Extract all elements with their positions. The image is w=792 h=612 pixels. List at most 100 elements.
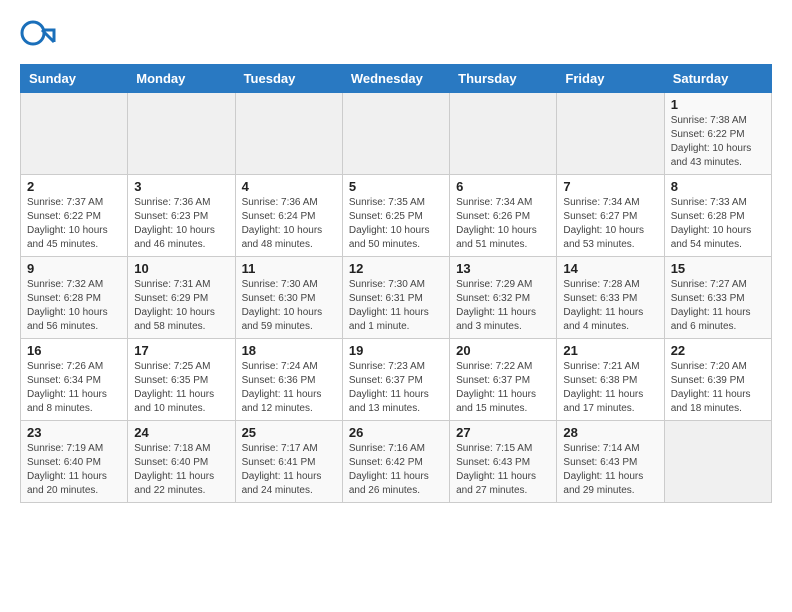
calendar-cell <box>21 93 128 175</box>
calendar-cell <box>664 421 771 503</box>
calendar-cell: 22 Sunrise: 7:20 AM Sunset: 6:39 PM Dayli… <box>664 339 771 421</box>
day-info: Sunrise: 7:35 AM Sunset: 6:25 PM Dayligh… <box>349 196 443 252</box>
day-info: Sunrise: 7:24 AM Sunset: 6:36 PM Dayligh… <box>242 360 336 416</box>
calendar-cell: 9 Sunrise: 7:32 AM Sunset: 6:28 PM Daylig… <box>21 257 128 339</box>
day-number: 21 <box>563 343 657 358</box>
day-number: 5 <box>349 179 443 194</box>
day-number: 26 <box>349 425 443 440</box>
calendar-cell <box>342 93 449 175</box>
calendar-week-4: 16Sunrise: 7:26 AM Sunset: 6:34 PM Dayli… <box>21 339 772 421</box>
day-number: 10 <box>134 261 228 276</box>
calendar-cell: 16Sunrise: 7:26 AM Sunset: 6:34 PM Dayli… <box>21 339 128 421</box>
calendar-cell: 7 Sunrise: 7:34 AM Sunset: 6:27 PM Daylig… <box>557 175 664 257</box>
weekday-header-sunday: Sunday <box>21 65 128 93</box>
day-number: 18 <box>242 343 336 358</box>
day-info: Sunrise: 7:22 AM Sunset: 6:37 PM Dayligh… <box>456 360 550 416</box>
calendar-week-3: 9 Sunrise: 7:32 AM Sunset: 6:28 PM Daylig… <box>21 257 772 339</box>
day-number: 24 <box>134 425 228 440</box>
calendar-cell: 23 Sunrise: 7:19 AM Sunset: 6:40 PM Dayli… <box>21 421 128 503</box>
day-number: 9 <box>27 261 121 276</box>
day-number: 11 <box>242 261 336 276</box>
calendar-cell <box>235 93 342 175</box>
day-info: Sunrise: 7:38 AM Sunset: 6:22 PM Dayligh… <box>671 114 765 170</box>
day-info: Sunrise: 7:15 AM Sunset: 6:43 PM Dayligh… <box>456 442 550 498</box>
day-number: 15 <box>671 261 765 276</box>
calendar-cell: 18 Sunrise: 7:24 AM Sunset: 6:36 PM Dayli… <box>235 339 342 421</box>
day-number: 4 <box>242 179 336 194</box>
calendar-cell: 5 Sunrise: 7:35 AM Sunset: 6:25 PM Daylig… <box>342 175 449 257</box>
day-info: Sunrise: 7:21 AM Sunset: 6:38 PM Dayligh… <box>563 360 657 416</box>
calendar-table: SundayMondayTuesdayWednesdayThursdayFrid… <box>20 64 772 503</box>
day-number: 1 <box>671 97 765 112</box>
calendar-cell: 25 Sunrise: 7:17 AM Sunset: 6:41 PM Dayli… <box>235 421 342 503</box>
calendar-cell: 10 Sunrise: 7:31 AM Sunset: 6:29 PM Dayli… <box>128 257 235 339</box>
logo <box>20 20 58 56</box>
calendar-cell: 8 Sunrise: 7:33 AM Sunset: 6:28 PM Daylig… <box>664 175 771 257</box>
day-info: Sunrise: 7:28 AM Sunset: 6:33 PM Dayligh… <box>563 278 657 334</box>
calendar-cell: 19 Sunrise: 7:23 AM Sunset: 6:37 PM Dayli… <box>342 339 449 421</box>
calendar-cell: 14 Sunrise: 7:28 AM Sunset: 6:33 PM Dayli… <box>557 257 664 339</box>
day-info: Sunrise: 7:36 AM Sunset: 6:23 PM Dayligh… <box>134 196 228 252</box>
calendar-cell <box>557 93 664 175</box>
calendar-cell: 20Sunrise: 7:22 AM Sunset: 6:37 PM Dayli… <box>450 339 557 421</box>
day-number: 6 <box>456 179 550 194</box>
calendar-cell: 27 Sunrise: 7:15 AM Sunset: 6:43 PM Dayli… <box>450 421 557 503</box>
day-info: Sunrise: 7:34 AM Sunset: 6:27 PM Dayligh… <box>563 196 657 252</box>
day-info: Sunrise: 7:31 AM Sunset: 6:29 PM Dayligh… <box>134 278 228 334</box>
day-info: Sunrise: 7:32 AM Sunset: 6:28 PM Dayligh… <box>27 278 121 334</box>
day-number: 27 <box>456 425 550 440</box>
calendar-cell: 2 Sunrise: 7:37 AM Sunset: 6:22 PM Daylig… <box>21 175 128 257</box>
day-number: 7 <box>563 179 657 194</box>
day-info: Sunrise: 7:29 AM Sunset: 6:32 PM Dayligh… <box>456 278 550 334</box>
calendar-cell: 6 Sunrise: 7:34 AM Sunset: 6:26 PM Daylig… <box>450 175 557 257</box>
day-number: 14 <box>563 261 657 276</box>
day-info: Sunrise: 7:34 AM Sunset: 6:26 PM Dayligh… <box>456 196 550 252</box>
calendar-cell <box>128 93 235 175</box>
day-info: Sunrise: 7:23 AM Sunset: 6:37 PM Dayligh… <box>349 360 443 416</box>
day-number: 8 <box>671 179 765 194</box>
weekday-header-friday: Friday <box>557 65 664 93</box>
day-number: 19 <box>349 343 443 358</box>
calendar-cell: 12 Sunrise: 7:30 AM Sunset: 6:31 PM Dayli… <box>342 257 449 339</box>
calendar-header: SundayMondayTuesdayWednesdayThursdayFrid… <box>21 65 772 93</box>
calendar-cell: 11 Sunrise: 7:30 AM Sunset: 6:30 PM Dayli… <box>235 257 342 339</box>
page-header <box>20 20 772 56</box>
calendar-cell: 4 Sunrise: 7:36 AM Sunset: 6:24 PM Daylig… <box>235 175 342 257</box>
day-number: 25 <box>242 425 336 440</box>
calendar-week-5: 23 Sunrise: 7:19 AM Sunset: 6:40 PM Dayli… <box>21 421 772 503</box>
day-info: Sunrise: 7:16 AM Sunset: 6:42 PM Dayligh… <box>349 442 443 498</box>
day-info: Sunrise: 7:14 AM Sunset: 6:43 PM Dayligh… <box>563 442 657 498</box>
weekday-header-tuesday: Tuesday <box>235 65 342 93</box>
calendar-cell: 17 Sunrise: 7:25 AM Sunset: 6:35 PM Dayli… <box>128 339 235 421</box>
calendar-cell: 24 Sunrise: 7:18 AM Sunset: 6:40 PM Dayli… <box>128 421 235 503</box>
day-info: Sunrise: 7:33 AM Sunset: 6:28 PM Dayligh… <box>671 196 765 252</box>
day-number: 3 <box>134 179 228 194</box>
day-number: 13 <box>456 261 550 276</box>
calendar-cell: 26 Sunrise: 7:16 AM Sunset: 6:42 PM Dayli… <box>342 421 449 503</box>
day-number: 12 <box>349 261 443 276</box>
day-info: Sunrise: 7:20 AM Sunset: 6:39 PM Dayligh… <box>671 360 765 416</box>
day-number: 23 <box>27 425 121 440</box>
day-info: Sunrise: 7:18 AM Sunset: 6:40 PM Dayligh… <box>134 442 228 498</box>
day-info: Sunrise: 7:27 AM Sunset: 6:33 PM Dayligh… <box>671 278 765 334</box>
day-info: Sunrise: 7:30 AM Sunset: 6:31 PM Dayligh… <box>349 278 443 334</box>
calendar-cell <box>450 93 557 175</box>
day-info: Sunrise: 7:25 AM Sunset: 6:35 PM Dayligh… <box>134 360 228 416</box>
day-number: 17 <box>134 343 228 358</box>
calendar-cell: 13 Sunrise: 7:29 AM Sunset: 6:32 PM Dayli… <box>450 257 557 339</box>
day-info: Sunrise: 7:37 AM Sunset: 6:22 PM Dayligh… <box>27 196 121 252</box>
day-info: Sunrise: 7:36 AM Sunset: 6:24 PM Dayligh… <box>242 196 336 252</box>
day-number: 28 <box>563 425 657 440</box>
calendar-cell: 28 Sunrise: 7:14 AM Sunset: 6:43 PM Dayli… <box>557 421 664 503</box>
day-number: 22 <box>671 343 765 358</box>
calendar-week-1: 1 Sunrise: 7:38 AM Sunset: 6:22 PM Daylig… <box>21 93 772 175</box>
day-info: Sunrise: 7:26 AM Sunset: 6:34 PM Dayligh… <box>27 360 121 416</box>
calendar-cell: 15 Sunrise: 7:27 AM Sunset: 6:33 PM Dayli… <box>664 257 771 339</box>
day-info: Sunrise: 7:19 AM Sunset: 6:40 PM Dayligh… <box>27 442 121 498</box>
day-number: 2 <box>27 179 121 194</box>
day-info: Sunrise: 7:17 AM Sunset: 6:41 PM Dayligh… <box>242 442 336 498</box>
calendar-week-2: 2 Sunrise: 7:37 AM Sunset: 6:22 PM Daylig… <box>21 175 772 257</box>
weekday-header-thursday: Thursday <box>450 65 557 93</box>
calendar-cell: 21 Sunrise: 7:21 AM Sunset: 6:38 PM Dayli… <box>557 339 664 421</box>
day-info: Sunrise: 7:30 AM Sunset: 6:30 PM Dayligh… <box>242 278 336 334</box>
